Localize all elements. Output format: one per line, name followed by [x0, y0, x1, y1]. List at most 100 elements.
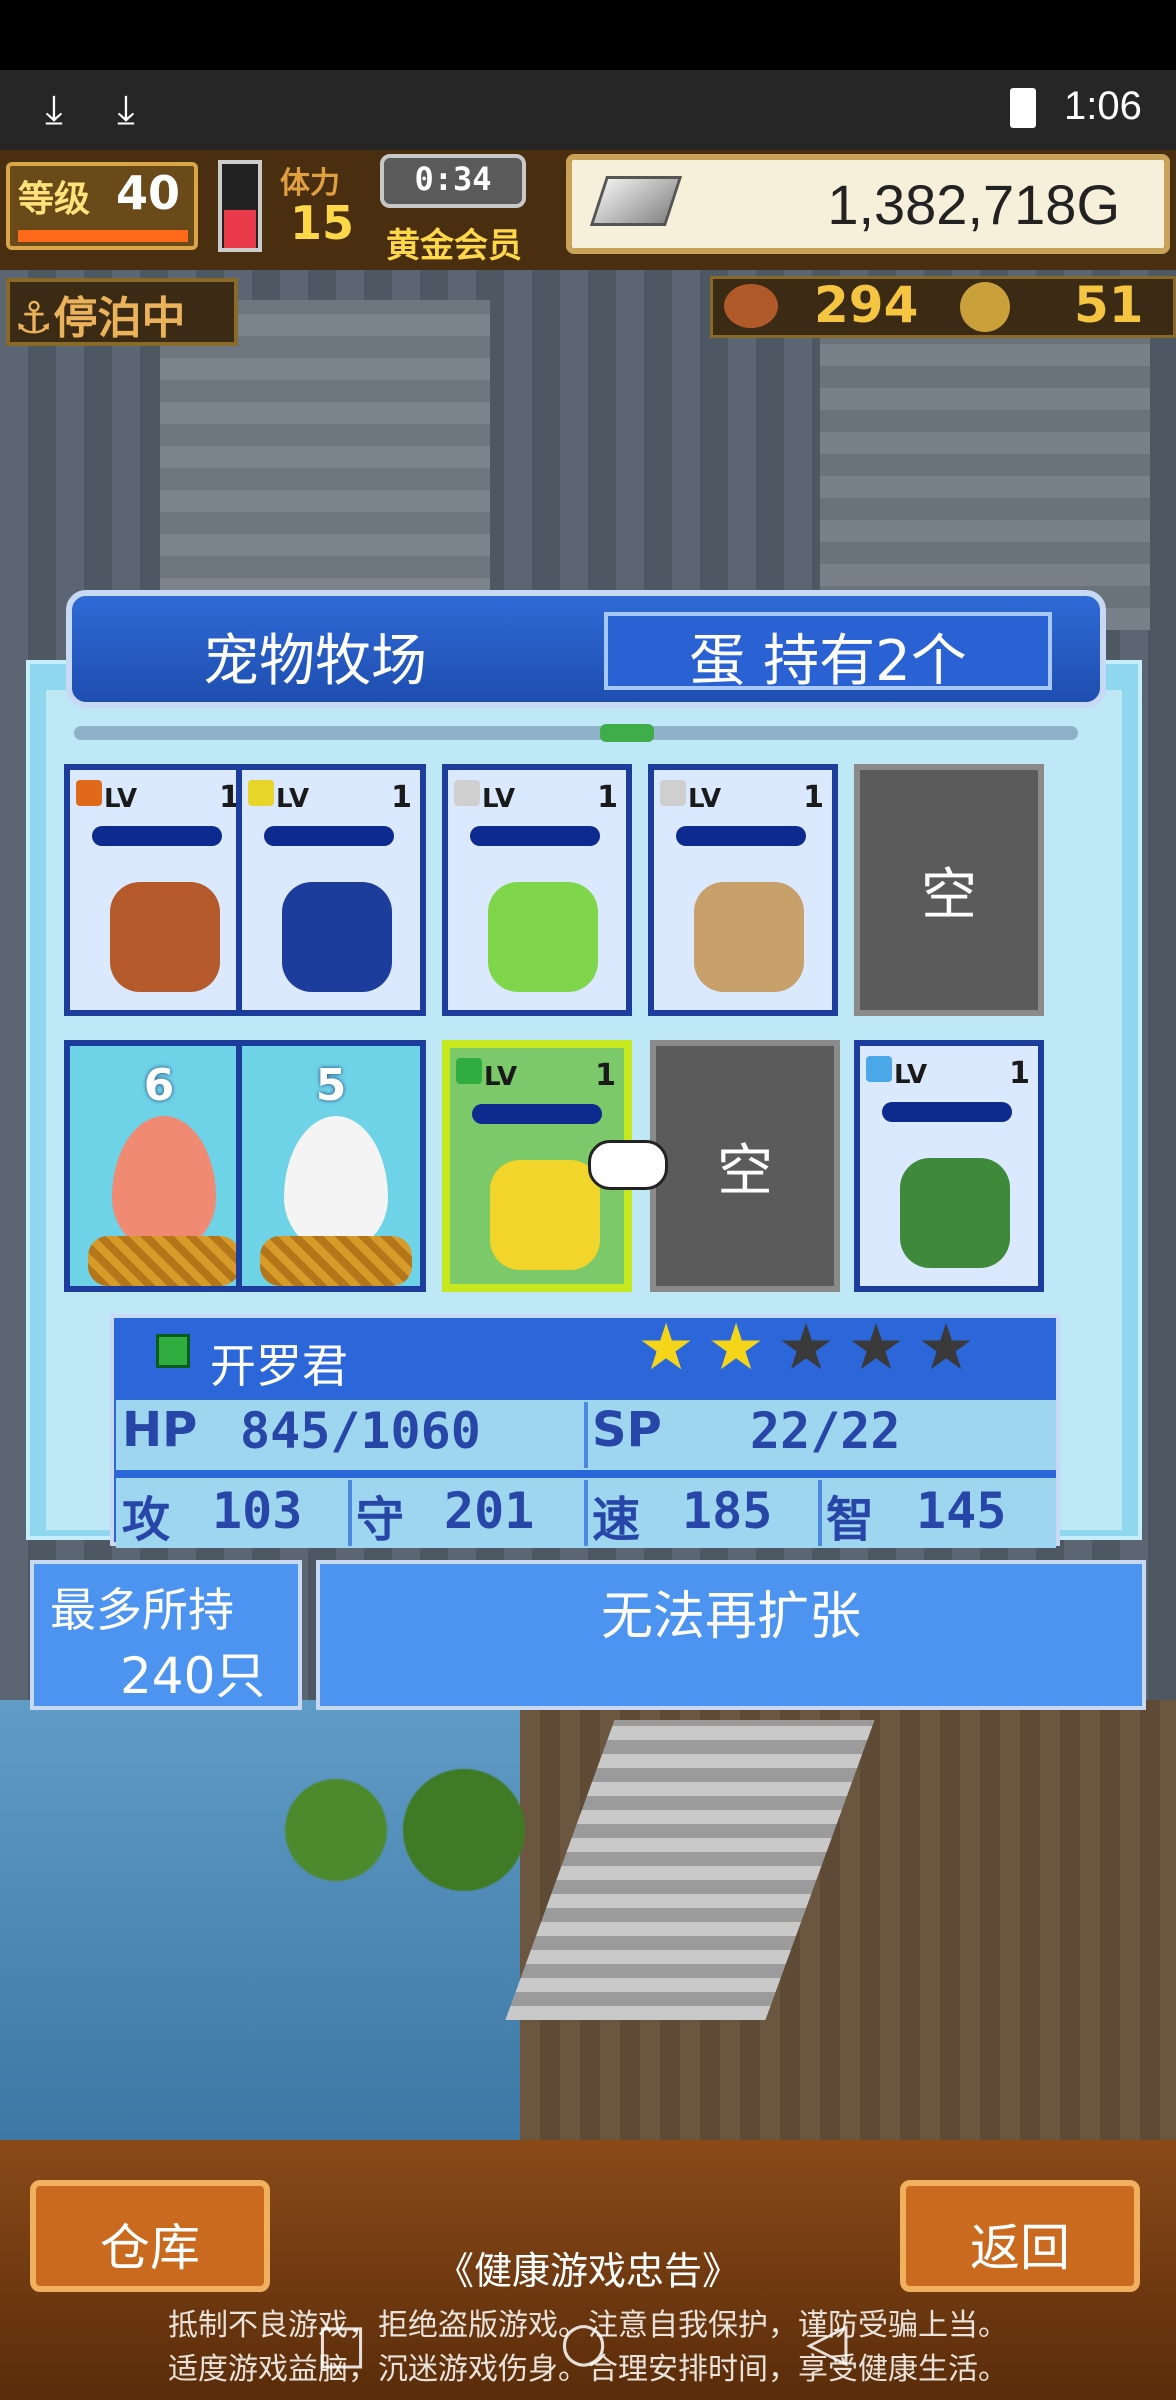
hp-bar — [264, 826, 394, 846]
lv-label: LV — [688, 784, 722, 814]
meat-icon — [724, 284, 778, 328]
scroll-thumb[interactable] — [600, 724, 654, 742]
pet-card[interactable]: LV 1 — [236, 764, 426, 1016]
pet-level: 1 — [1009, 1056, 1030, 1091]
hp-bar — [470, 826, 600, 846]
staff-count: 15 — [290, 196, 355, 250]
stamina-fill — [224, 210, 256, 248]
egg-days: 6 — [143, 1060, 175, 1111]
element-icon — [660, 780, 686, 806]
hp-bar — [92, 826, 222, 846]
element-icon — [156, 1334, 190, 1368]
nest — [260, 1236, 412, 1286]
resource-2-value: 51 — [1074, 276, 1144, 334]
pet-card[interactable]: LV 1 — [64, 764, 254, 1016]
clock: 1:06 — [1064, 84, 1142, 128]
egg-days: 5 — [315, 1060, 347, 1111]
expand-label: 无法再扩张 — [600, 1587, 861, 1647]
pet-card[interactable]: LV 1 — [648, 764, 838, 1016]
pet-sprite — [488, 882, 598, 992]
divider — [584, 1402, 588, 1468]
atk-label: 攻 — [122, 1492, 171, 1548]
lv-label: LV — [276, 784, 310, 814]
castle-tower-right — [820, 330, 1150, 630]
empty-label: 空 — [921, 862, 977, 928]
egg-card[interactable]: 5 — [236, 1040, 426, 1292]
empty-label: 空 — [717, 1138, 773, 1204]
spd-value: 185 — [682, 1482, 773, 1540]
divider — [584, 1480, 588, 1546]
battery-icon — [1010, 88, 1036, 128]
pet-sprite — [694, 882, 804, 992]
status-bar — [0, 0, 1176, 70]
nest — [88, 1236, 240, 1286]
trees — [240, 1760, 560, 1900]
exp-bar — [18, 230, 188, 242]
star-icon: ★ — [637, 1311, 695, 1385]
level-label: 等级 — [18, 179, 91, 220]
home-icon[interactable]: ○ — [560, 2310, 607, 2373]
hp-bar — [882, 1102, 1012, 1122]
anchored-label: ⚓停泊中 — [14, 293, 186, 344]
element-icon — [866, 1056, 892, 1082]
lv-label: LV — [482, 784, 516, 814]
health-notice-title: 《健康游戏忠告》 — [435, 2249, 740, 2293]
horizontal-scrollbar[interactable] — [74, 726, 1078, 740]
star-icon: ★ — [847, 1311, 905, 1385]
def-value: 201 — [444, 1482, 535, 1540]
egg-shell — [284, 1116, 388, 1252]
capacity-value: 240只 — [120, 1647, 266, 1705]
empty-slot[interactable]: 空 — [854, 764, 1044, 1016]
timer: 0:34 — [414, 160, 492, 198]
element-icon — [248, 780, 274, 806]
divider — [818, 1480, 822, 1546]
resource-1-value: 294 — [814, 276, 919, 334]
membership-badge[interactable]: 黄金会员 — [386, 218, 522, 267]
divider — [348, 1480, 352, 1546]
sp-value: 22/22 — [750, 1402, 901, 1460]
money-amount: 1,382,718G — [827, 173, 1120, 236]
silver-bar-icon — [589, 176, 683, 226]
element-icon — [454, 780, 480, 806]
element-icon — [76, 780, 102, 806]
pet-level: 1 — [597, 780, 618, 815]
egg-card[interactable]: 6 — [64, 1040, 254, 1292]
int-value: 145 — [916, 1482, 1007, 1540]
level-value: 40 — [116, 166, 181, 220]
pet-sprite — [490, 1160, 600, 1270]
lv-label: LV — [484, 1062, 518, 1092]
pet-sprite — [110, 882, 220, 992]
pet-sprite — [900, 1158, 1010, 1268]
int-label: 智 — [826, 1492, 875, 1548]
hp-bar — [472, 1104, 602, 1124]
atk-value: 103 — [212, 1482, 303, 1540]
pet-sprite — [282, 882, 392, 992]
capacity-label: 最多所持 — [50, 1583, 234, 1637]
back-nav-icon[interactable]: ◁ — [806, 2310, 848, 2373]
lv-label: LV — [104, 784, 138, 814]
element-icon — [456, 1058, 482, 1084]
pet-card[interactable]: LV 1 — [442, 764, 632, 1016]
star-icon: ★ — [777, 1311, 835, 1385]
pet-level: 1 — [595, 1058, 616, 1093]
spd-label: 速 — [592, 1492, 641, 1548]
pet-level: 1 — [391, 780, 412, 815]
download-icon: ⤓ — [45, 87, 63, 133]
star-icon: ★ — [707, 1311, 765, 1385]
empty-slot[interactable]: 空 — [650, 1040, 840, 1292]
hp-label: HP — [122, 1402, 198, 1458]
star-icon: ★ — [917, 1311, 975, 1385]
hp-bar — [676, 826, 806, 846]
def-label: 守 — [356, 1492, 405, 1548]
recent-apps-icon[interactable]: □ — [316, 2312, 367, 2375]
hp-value: 845/1060 — [240, 1402, 481, 1460]
sp-label: SP — [592, 1402, 662, 1458]
download-icon: ⤓ — [117, 87, 135, 133]
egg-shell — [112, 1116, 216, 1252]
coin-icon — [960, 282, 1010, 332]
notification-bar — [0, 70, 1176, 150]
panel-title: 宠物牧场 — [203, 629, 427, 694]
egg-count: 蛋 持有2个 — [689, 629, 967, 694]
lv-label: LV — [894, 1060, 928, 1090]
pet-card[interactable]: LV 1 — [854, 1040, 1044, 1292]
